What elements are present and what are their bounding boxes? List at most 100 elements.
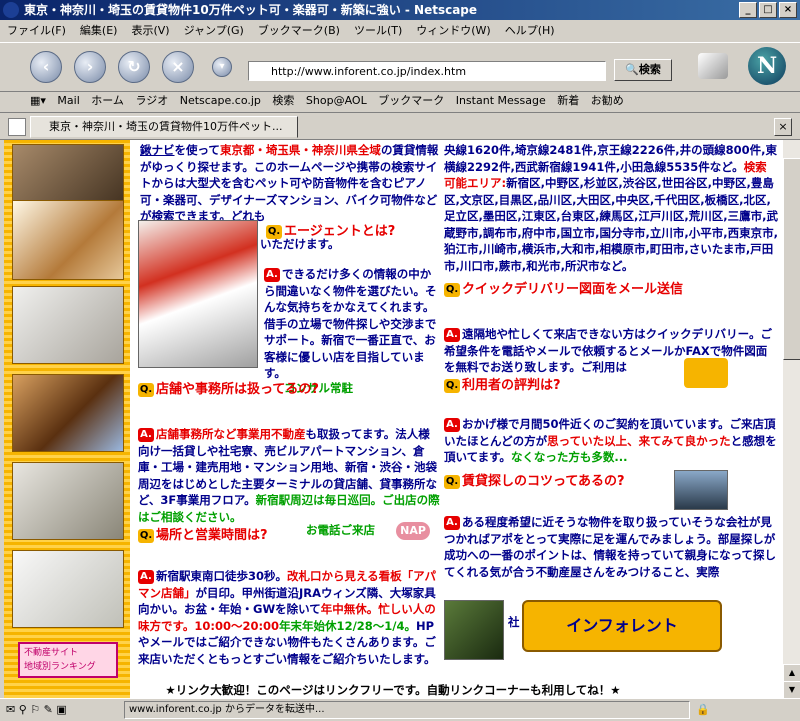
url-bar[interactable] <box>248 61 606 81</box>
shop-photo <box>138 220 258 368</box>
a-tips-text: ある程度希望に近そうな物件を取り扱っていそうな会社が見つかればアポをとって実際に… <box>444 515 777 579</box>
photo-sidebar: 不動産サイト 地域別ランキング <box>4 140 130 698</box>
room-photo[interactable] <box>12 462 124 540</box>
ranking-banner[interactable]: 不動産サイト 地域別ランキング <box>18 642 118 678</box>
a-tips: A. ある程度希望に近そうな物件を取り扱っていそうな会社が見つかればアポをとって実… <box>444 514 778 580</box>
menu-bookmarks[interactable]: ブックマーク(B) <box>251 20 347 42</box>
forward-button[interactable]: › <box>74 51 106 83</box>
q-hours[interactable]: Q. 場所と営業時間は? <box>138 524 268 543</box>
bookmark-home[interactable]: ホーム <box>87 90 128 112</box>
tab-bar: 東京・神奈川・埼玉の賃貸物件10万件ペット... × <box>0 113 800 140</box>
netscape-icon <box>3 2 19 18</box>
ranking-label: 不動産サイト 地域別ランキング <box>24 648 96 672</box>
room-photo[interactable] <box>12 286 124 364</box>
a-store-highlight: 店舗事務所など事業用不動産 <box>156 427 306 441</box>
a-hours: A. 新宿駅東南口徒歩30秒。改札口から見える看板「アパマン店舗」が目印。甲州街道… <box>138 568 440 667</box>
a-icon: A. <box>264 267 280 282</box>
bookmark-radio[interactable]: ラジオ <box>131 90 172 112</box>
map-icon[interactable]: NAP <box>396 522 430 540</box>
a-agent: A. できるだけ多くの情報の中から間違いなく物件を選びたい。そんな気持ちをかなえて… <box>264 266 440 382</box>
window-title: 東京・神奈川・埼玉の賃貸物件10万件ペット可・楽器可・新築に強い - Netsc… <box>24 3 478 17</box>
status-icons[interactable]: ✉ ⚲ ⚐ ✎ ▣ <box>6 699 67 721</box>
bookmark-bookmarks[interactable]: ブックマーク <box>374 90 448 112</box>
mail-icon[interactable] <box>684 358 728 388</box>
q-delivery[interactable]: Q. クイックデリバリー図面をメール送信 <box>444 278 683 297</box>
q-store[interactable]: Q. 店舗や事務所は扱ってるの? <box>138 378 319 397</box>
menu-help[interactable]: ヘルプ(H) <box>498 20 562 42</box>
nav-link[interactable]: 鍬ナビ <box>140 143 175 157</box>
search-button-label: 検索 <box>638 63 661 76</box>
menu-go[interactable]: ジャンプ(G) <box>177 20 251 42</box>
q-agent-label: エージェントとは? <box>284 224 396 239</box>
window-titlebar: 東京・神奈川・埼玉の賃貸物件10万件ペット可・楽器可・新築に強い - Netsc… <box>0 0 800 20</box>
url-input[interactable] <box>269 62 603 80</box>
page-content: 不動産サイト 地域別ランキング 鍬ナビを使って東京都・埼玉県・神奈川県全域の賃貸… <box>4 140 782 698</box>
bookmark-shop[interactable]: Shop@AOL <box>302 90 371 112</box>
close-button[interactable]: × <box>779 2 797 18</box>
q-hours-label: 場所と営業時間は? <box>156 528 268 543</box>
netscape-logo-icon[interactable]: N <box>748 47 786 85</box>
q-icon: Q. <box>444 474 460 489</box>
building-photo <box>674 470 728 510</box>
stop-button[interactable]: × <box>162 51 194 83</box>
scrollbar-thumb[interactable] <box>783 158 800 360</box>
inforent-logo[interactable]: インフォレント <box>522 600 722 652</box>
close-tab-icon[interactable]: × <box>774 118 792 136</box>
reload-button[interactable]: ↻ <box>118 51 150 83</box>
q-tips-label: 賃貸探しのコツってあるの? <box>462 474 625 489</box>
toolbar-home-icon[interactable]: ▦▾ <box>0 90 50 112</box>
area-text: 央線1620件,埼京線2481件,京王線2226件,井の頭線800件,東横線22… <box>444 142 778 274</box>
security-lock-icon[interactable]: 🔒 <box>696 699 710 721</box>
room-photo[interactable] <box>12 374 124 452</box>
bookmark-search[interactable]: 検索 <box>268 90 298 112</box>
q-icon: Q. <box>266 224 282 239</box>
q-reputation[interactable]: Q. 利用者の評判は? <box>444 374 561 393</box>
history-dropdown-icon[interactable]: ▾ <box>212 57 232 77</box>
search-icon: 🔍 <box>625 63 639 76</box>
print-icon[interactable] <box>698 53 728 79</box>
a-reputation: A. おかげ様で月間50件近くのご契約を頂いています。ご来店頂いたほとんどの方が思… <box>444 416 778 466</box>
vertical-scrollbar[interactable]: ▲ ▼ <box>782 140 800 699</box>
q-icon: Q. <box>138 382 154 397</box>
bookmark-new[interactable]: 新着 <box>553 90 583 112</box>
room-photo[interactable] <box>12 200 124 280</box>
bookmark-netscape[interactable]: Netscape.co.jp <box>176 90 265 112</box>
a-hours-holiday: 年末年始休12/28～1/4。 <box>279 618 416 633</box>
intro-area: 東京都・埼玉県・神奈川県全域 <box>219 143 381 157</box>
scroll-up-arrow[interactable]: ▲ <box>783 664 800 682</box>
minimize-button[interactable]: _ <box>739 2 757 18</box>
q-reputation-label: 利用者の評判は? <box>462 378 561 393</box>
search-button[interactable]: 🔍検索 <box>614 59 672 81</box>
bookmark-instant-message[interactable]: Instant Message <box>452 90 550 112</box>
a-icon: A. <box>138 569 154 584</box>
maximize-button[interactable]: □ <box>759 2 777 18</box>
call-visit-text: お電話ご来店 <box>306 523 375 537</box>
q-agent[interactable]: Q. エージェントとは? <box>266 220 395 239</box>
area-list: 新宿区,中野区,杉並区,渋谷区,世田谷区,中野区,豊島区,文京区,目黒区,品川区… <box>444 176 778 273</box>
tab-inforent[interactable]: 東京・神奈川・埼玉の賃貸物件10万件ペット... <box>30 116 298 138</box>
a-hours-open: 年中無休。 <box>320 602 379 616</box>
bookmark-recommend[interactable]: お勧め <box>587 90 628 112</box>
a-icon: A. <box>444 327 460 342</box>
navigation-toolbar: ‹ › ↻ × ▾ 🔍検索 N <box>0 42 800 92</box>
line-counts: 央線1620件,埼京線2481件,京王線2226件,井の頭線800件,東横線22… <box>444 143 777 174</box>
room-photo[interactable] <box>12 550 124 628</box>
a-agent-text: できるだけ多くの情報の中から間違いなく物件を選びたい。そんな気持ちをかなえてくれ… <box>264 267 437 380</box>
new-tab-icon[interactable] <box>8 118 26 136</box>
a-reputation-highlight: 思っていた以上、来てみて良かった <box>547 433 731 448</box>
menu-bar: ファイル(F) 編集(E) 表示(V) ジャンプ(G) ブックマーク(B) ツール(T) ウ… <box>0 20 800 42</box>
bookmark-mail[interactable]: Mail <box>53 90 83 112</box>
inforent-logo-text: インフォレント <box>566 616 678 635</box>
menu-file[interactable]: ファイル(F) <box>0 20 73 42</box>
back-button[interactable]: ‹ <box>30 51 62 83</box>
menu-edit[interactable]: 編集(E) <box>73 20 125 42</box>
a-icon: A. <box>444 515 460 530</box>
scroll-down-arrow[interactable]: ▼ <box>783 681 800 699</box>
link-free-banner: ★リンク大歓迎！このページはリンクフリーです。自動リンクコーナーも利用してね！★ <box>165 683 621 697</box>
status-bar: ✉ ⚲ ⚐ ✎ ▣ www.inforent.co.jp からデータを転送中..… <box>0 698 800 721</box>
menu-view[interactable]: 表示(V) <box>124 20 176 42</box>
menu-window[interactable]: ウィンドウ(W) <box>409 20 497 42</box>
a-hours-part: 新宿駅東南口徒歩30秒。 <box>156 569 288 583</box>
q-tips[interactable]: Q. 賃貸探しのコツってあるの? <box>444 470 625 489</box>
menu-tools[interactable]: ツール(T) <box>347 20 409 42</box>
